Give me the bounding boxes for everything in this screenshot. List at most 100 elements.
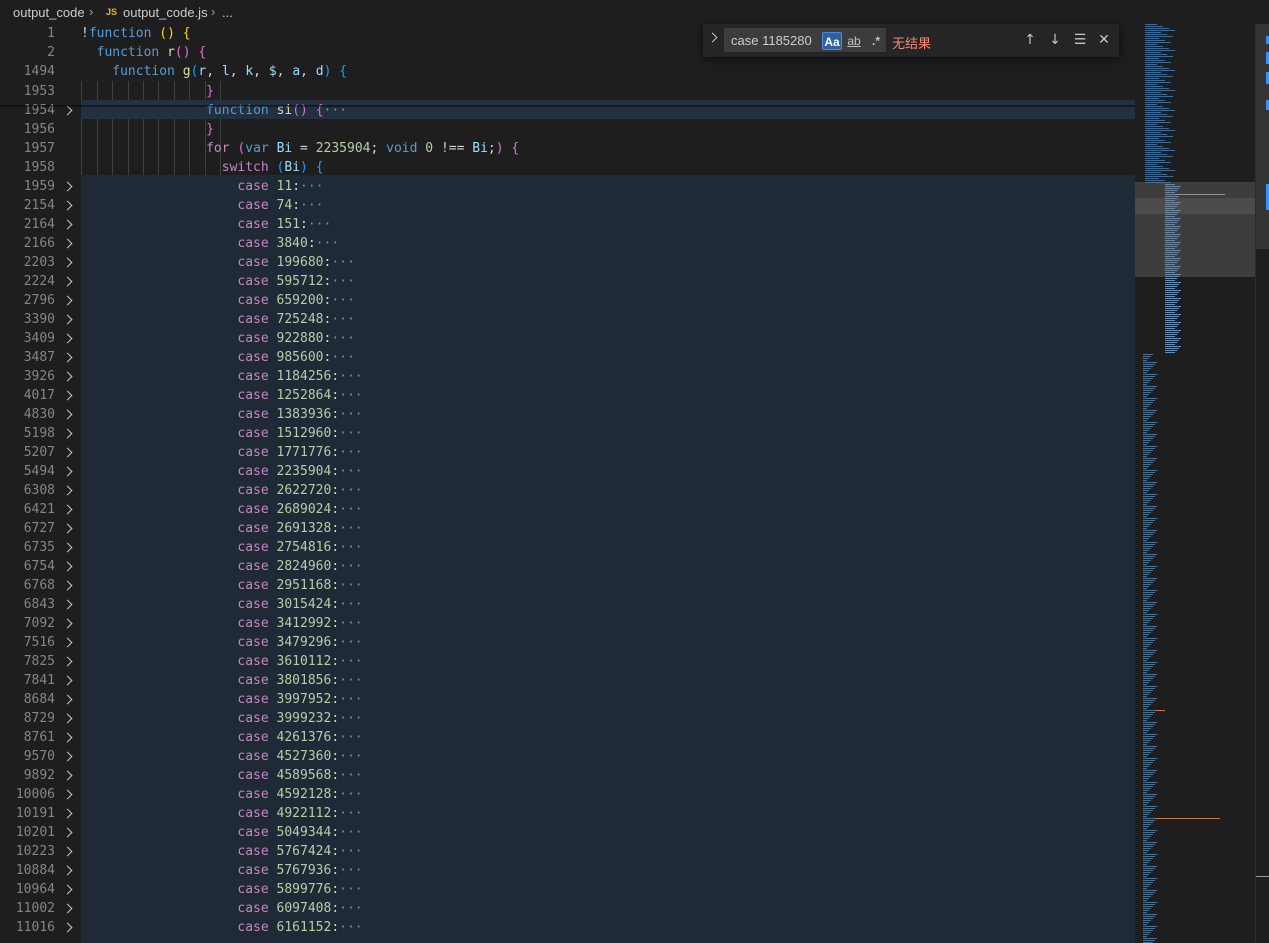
fold-chevron-icon[interactable] bbox=[62, 504, 73, 515]
case-line[interactable]: 6754 case 2824960:··· bbox=[0, 557, 1135, 576]
toggle-replace-chevron-icon[interactable] bbox=[707, 32, 718, 43]
find-in-selection-icon[interactable]: ☰ bbox=[1071, 31, 1089, 49]
case-line[interactable]: 5494 case 2235904:··· bbox=[0, 462, 1135, 481]
arrow-down-icon[interactable]: ↓ bbox=[1046, 31, 1064, 49]
fold-chevron-icon[interactable] bbox=[62, 808, 73, 819]
case-line[interactable]: 3926 case 1184256:··· bbox=[0, 367, 1135, 386]
fold-chevron-icon[interactable] bbox=[62, 922, 73, 933]
fold-chevron-icon[interactable] bbox=[62, 789, 73, 800]
fold-chevron-icon[interactable] bbox=[62, 238, 73, 249]
fold-chevron-icon[interactable] bbox=[62, 675, 73, 686]
case-line[interactable]: 3409 case 922880:··· bbox=[0, 329, 1135, 348]
fold-chevron-icon[interactable] bbox=[62, 770, 73, 781]
fold-chevron-icon[interactable] bbox=[62, 276, 73, 287]
fold-chevron-icon[interactable] bbox=[62, 618, 73, 629]
fold-chevron-icon[interactable] bbox=[62, 713, 73, 724]
case-line[interactable]: 6735 case 2754816:··· bbox=[0, 538, 1135, 557]
fold-chevron-icon[interactable] bbox=[62, 561, 73, 572]
case-line[interactable]: 11016 case 6161152:··· bbox=[0, 918, 1135, 937]
fold-chevron-icon[interactable] bbox=[62, 732, 73, 743]
case-line[interactable]: 2796 case 659200:··· bbox=[0, 291, 1135, 310]
case-line[interactable]: 11002 case 6097408:··· bbox=[0, 899, 1135, 918]
fold-chevron-icon[interactable] bbox=[62, 827, 73, 838]
case-line[interactable]: 6768 case 2951168:··· bbox=[0, 576, 1135, 595]
breadcrumb-symbols[interactable]: ... bbox=[222, 5, 233, 20]
case-line[interactable]: 5198 case 1512960:··· bbox=[0, 424, 1135, 443]
fold-chevron-icon[interactable] bbox=[62, 903, 73, 914]
case-line[interactable]: 7516 case 3479296:··· bbox=[0, 633, 1135, 652]
fold-chevron-icon[interactable] bbox=[62, 466, 73, 477]
case-line[interactable]: 6727 case 2691328:··· bbox=[0, 519, 1135, 538]
fold-chevron-icon[interactable] bbox=[62, 523, 73, 534]
fold-chevron-icon[interactable] bbox=[62, 428, 73, 439]
minimap-slider[interactable] bbox=[1135, 182, 1255, 277]
case-line[interactable]: 10006 case 4592128:··· bbox=[0, 785, 1135, 804]
case-line[interactable]: 6421 case 2689024:··· bbox=[0, 500, 1135, 519]
fold-chevron-icon[interactable] bbox=[62, 485, 73, 496]
code-line[interactable]: 1957 for (var Bi = 2235904; void 0 !== Bi… bbox=[0, 139, 1135, 158]
fold-chevron-icon[interactable] bbox=[62, 865, 73, 876]
code-line[interactable]: 1958 switch (Bi) { bbox=[0, 158, 1135, 177]
case-line[interactable]: 3390 case 725248:··· bbox=[0, 310, 1135, 329]
fold-chevron-icon[interactable] bbox=[62, 257, 73, 268]
case-line[interactable]: 8684 case 3997952:··· bbox=[0, 690, 1135, 709]
fold-chevron-icon[interactable] bbox=[62, 390, 73, 401]
code-line[interactable]: 1953} bbox=[0, 82, 1135, 101]
match-case-toggle[interactable]: Aa bbox=[822, 32, 842, 50]
case-line[interactable]: 10964 case 5899776:··· bbox=[0, 880, 1135, 899]
fold-chevron-icon[interactable] bbox=[62, 751, 73, 762]
find-input[interactable] bbox=[731, 32, 821, 48]
case-line[interactable]: 7092 case 3412992:··· bbox=[0, 614, 1135, 633]
fold-chevron-icon[interactable] bbox=[62, 637, 73, 648]
case-line[interactable]: 8761 case 4261376:··· bbox=[0, 728, 1135, 747]
case-line[interactable]: 2224 case 595712:··· bbox=[0, 272, 1135, 291]
code-line[interactable]: 1956} bbox=[0, 120, 1135, 139]
case-line[interactable]: 2154 case 74:··· bbox=[0, 196, 1135, 215]
fold-chevron-icon[interactable] bbox=[62, 580, 73, 591]
fold-chevron-icon[interactable] bbox=[62, 295, 73, 306]
case-line[interactable]: 1959 case 11:··· bbox=[0, 177, 1135, 196]
match-whole-word-toggle[interactable]: ab bbox=[844, 32, 864, 50]
case-line[interactable]: 7841 case 3801856:··· bbox=[0, 671, 1135, 690]
case-line[interactable]: 9570 case 4527360:··· bbox=[0, 747, 1135, 766]
fold-chevron-icon[interactable] bbox=[62, 656, 73, 667]
case-line[interactable]: 4830 case 1383936:··· bbox=[0, 405, 1135, 424]
case-line[interactable]: 9892 case 4589568:··· bbox=[0, 766, 1135, 785]
case-line[interactable]: 7825 case 3610112:··· bbox=[0, 652, 1135, 671]
fold-chevron-icon[interactable] bbox=[62, 694, 73, 705]
use-regex-toggle[interactable]: .* bbox=[866, 32, 886, 50]
case-line[interactable]: 2203 case 199680:··· bbox=[0, 253, 1135, 272]
case-line[interactable]: 6843 case 3015424:··· bbox=[0, 595, 1135, 614]
fold-chevron-icon[interactable] bbox=[62, 884, 73, 895]
case-line[interactable]: 3487 case 985600:··· bbox=[0, 348, 1135, 367]
breadcrumb-file[interactable]: output_code.js bbox=[123, 5, 208, 20]
fold-chevron-icon[interactable] bbox=[62, 542, 73, 553]
fold-chevron-icon[interactable] bbox=[62, 333, 73, 344]
fold-chevron-icon[interactable] bbox=[62, 371, 73, 382]
case-line[interactable]: 10884 case 5767936:··· bbox=[0, 861, 1135, 880]
close-icon[interactable]: ✕ bbox=[1095, 31, 1113, 49]
code-line[interactable]: 1954 function si() {··· bbox=[0, 101, 1135, 120]
case-line[interactable]: 10201 case 5049344:··· bbox=[0, 823, 1135, 842]
case-line[interactable]: 8729 case 3999232:··· bbox=[0, 709, 1135, 728]
fold-chevron-icon[interactable] bbox=[62, 200, 73, 211]
case-line[interactable]: 4017 case 1252864:··· bbox=[0, 386, 1135, 405]
breadcrumb-folder[interactable]: output_code bbox=[13, 5, 85, 20]
fold-chevron-icon[interactable] bbox=[62, 447, 73, 458]
fold-chevron-icon[interactable] bbox=[62, 181, 73, 192]
case-line[interactable]: 5207 case 1771776:··· bbox=[0, 443, 1135, 462]
sticky-scroll-line[interactable]: 1494 function g(r, l, k, $, a, d) { bbox=[0, 62, 1135, 81]
fold-chevron-icon[interactable] bbox=[62, 599, 73, 610]
fold-chevron-icon[interactable] bbox=[62, 352, 73, 363]
fold-chevron-icon[interactable] bbox=[62, 314, 73, 325]
case-line[interactable]: 2164 case 151:··· bbox=[0, 215, 1135, 234]
case-line[interactable]: 6308 case 2622720:··· bbox=[0, 481, 1135, 500]
fold-chevron-icon[interactable] bbox=[62, 846, 73, 857]
case-line[interactable]: 2166 case 3840:··· bbox=[0, 234, 1135, 253]
fold-chevron-icon[interactable] bbox=[62, 219, 73, 230]
vertical-scrollbar[interactable] bbox=[1255, 24, 1269, 943]
arrow-up-icon[interactable]: ↑ bbox=[1021, 31, 1039, 49]
case-line[interactable]: 10223 case 5767424:··· bbox=[0, 842, 1135, 861]
code-editor[interactable]: 1 !function () {2 function r() {1494 functi… bbox=[0, 24, 1135, 943]
case-line[interactable]: 10191 case 4922112:··· bbox=[0, 804, 1135, 823]
